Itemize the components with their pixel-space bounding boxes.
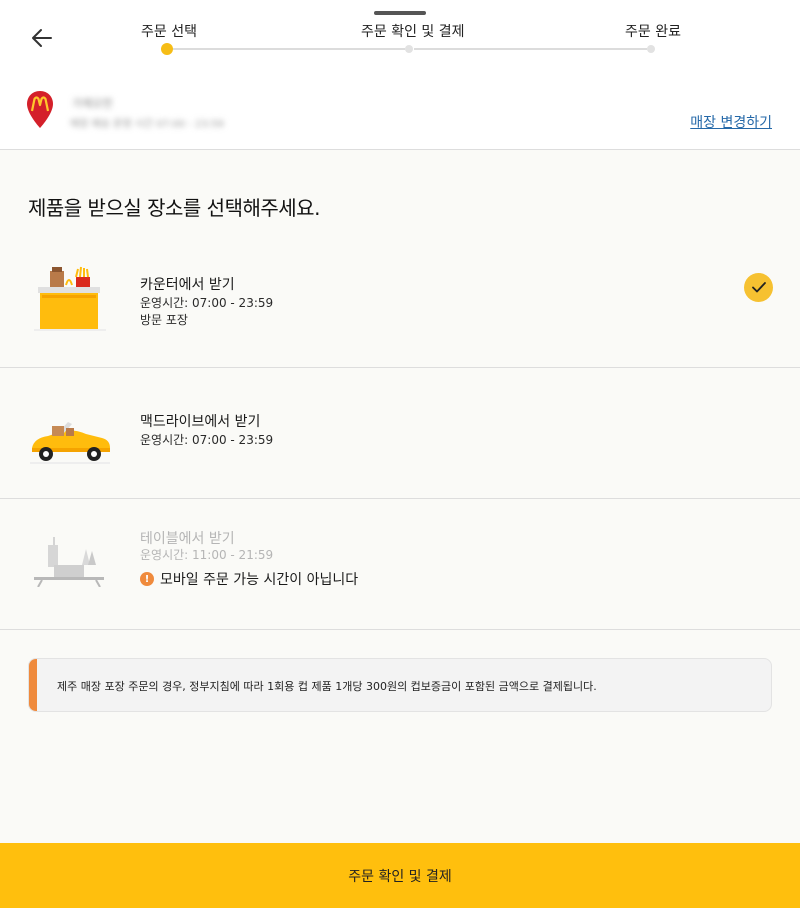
step-line: [414, 48, 647, 50]
divider: [0, 629, 800, 630]
option-drive-title: 맥드라이브에서 받기: [140, 414, 261, 430]
option-table-hours: 운영시간: 11:00 - 21:59: [140, 548, 274, 562]
page-title: 제품을 받으실 장소를 선택해주세요.: [28, 196, 320, 220]
step-2-dot: [405, 45, 413, 53]
notice-text: 제주 매장 포장 주문의 경우, 정부지침에 따라 1회용 컵 제품 1개당 3…: [57, 680, 597, 693]
table-illustration-icon: [34, 537, 104, 587]
selected-check: [744, 273, 773, 302]
option-table-title: 테이블에서 받기: [140, 531, 235, 547]
header: 주문 선택 주문 확인 및 결제 주문 완료 가제오먼 매장 배송 운영 시간 …: [0, 0, 800, 150]
store-info: 매장 배송 운영 시간 07:00 - 23:59: [70, 119, 224, 130]
step-line: [173, 48, 405, 50]
option-drive-hours: 운영시간: 07:00 - 23:59: [140, 433, 274, 447]
step-3-label: 주문 완료: [625, 24, 681, 40]
table-warning-text: 모바일 주문 가능 시간이 아닙니다: [160, 572, 359, 588]
check-icon: [751, 282, 766, 293]
table-warning: ! 모바일 주문 가능 시간이 아닙니다: [140, 569, 358, 589]
option-counter[interactable]: 카운터에서 받기 운영시간: 07:00 - 23:59 방문 포장: [0, 237, 800, 368]
step-1-label: 주문 선택: [141, 24, 197, 40]
drive-illustration-icon: [30, 422, 110, 464]
step-1-dot: [161, 43, 173, 55]
counter-illustration-icon: [34, 266, 106, 331]
option-table[interactable]: 테이블에서 받기 운영시간: 11:00 - 21:59: [0, 499, 800, 630]
option-counter-extra: 방문 포장: [140, 313, 188, 327]
drag-handle[interactable]: [374, 11, 426, 15]
back-arrow-icon: [32, 29, 52, 47]
option-counter-hours: 운영시간: 07:00 - 23:59: [140, 296, 274, 310]
option-counter-title: 카운터에서 받기: [140, 277, 235, 293]
store-name: 가제오먼: [72, 97, 113, 110]
deposit-notice: 제주 매장 포장 주문의 경우, 정부지침에 따라 1회용 컵 제품 1개당 3…: [28, 658, 772, 712]
notice-accent-bar: [29, 659, 37, 711]
mcdonalds-pin-icon: [27, 91, 53, 128]
warning-icon: !: [140, 572, 154, 586]
step-3-dot: [647, 45, 655, 53]
change-store-link[interactable]: 매장 변경하기: [690, 112, 772, 132]
back-button[interactable]: [24, 22, 58, 54]
step-2-label: 주문 확인 및 결제: [361, 24, 465, 40]
option-drive[interactable]: 맥드라이브에서 받기 운영시간: 07:00 - 23:59: [0, 368, 800, 499]
confirm-and-pay-button[interactable]: 주문 확인 및 결제: [0, 843, 800, 908]
confirm-and-pay-label: 주문 확인 및 결제: [348, 868, 452, 885]
